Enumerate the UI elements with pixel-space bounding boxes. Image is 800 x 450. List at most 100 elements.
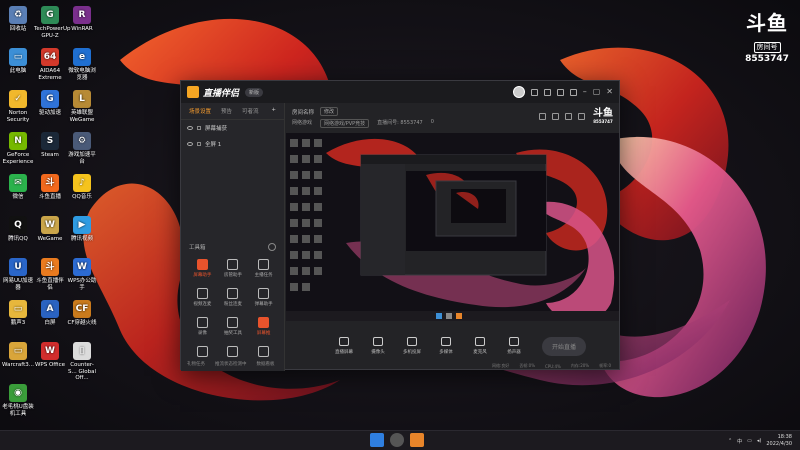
maximize-icon[interactable]: ▢ (593, 88, 601, 96)
microphone-button[interactable]: 麦克风 (468, 337, 492, 355)
desktop-icon[interactable]: G TechPowerUp GPU-Z (34, 6, 70, 39)
status-item: 网络:良好 (491, 363, 510, 368)
desktop-app-icon: 斗 (41, 258, 59, 276)
desktop-icon[interactable]: Q 腾讯QQ (2, 216, 34, 243)
chart-icon[interactable] (565, 113, 572, 120)
desktop-icon[interactable]: ✓ Norton Security (2, 90, 34, 123)
feedback-icon[interactable] (543, 88, 551, 96)
desktop-icon[interactable]: 64 AIDA64 Extreme (34, 48, 66, 81)
toolbox-item[interactable] (218, 346, 249, 359)
link-icon[interactable] (578, 113, 585, 120)
skin-icon[interactable] (569, 88, 577, 96)
desktop-icon[interactable]: R WinRAR (66, 6, 98, 33)
notice-icon[interactable] (539, 113, 546, 120)
desktop-icon[interactable]: ▭ Warcraft3... (2, 342, 34, 369)
desktop-icon[interactable]: W WeGame (34, 216, 66, 243)
add-scene-button[interactable]: + (271, 107, 276, 115)
toolbox-item[interactable]: 主播任务 (248, 259, 279, 278)
system-tray: ⌃ 中 ▭ ◂) 18:38 2022/4/30 (728, 434, 792, 448)
close-icon[interactable]: ✕ (606, 88, 613, 96)
desktop-icon[interactable]: e 微软电脑浏览器 (66, 48, 98, 81)
toolbox-item[interactable]: 抽奖工具 (218, 317, 249, 336)
desktop-app-icon: ♻ (9, 6, 27, 24)
bag-icon[interactable] (552, 113, 559, 120)
desktop-icon[interactable]: A 白屏 (34, 300, 66, 327)
desktop-icon[interactable]: W WPS Office (34, 342, 66, 369)
tab-scene-settings[interactable]: 场景设置 (189, 107, 211, 115)
version-badge[interactable]: 新版 (245, 87, 264, 97)
toolbox-item[interactable]: 录像 (187, 317, 218, 336)
edit-title-button[interactable]: 修改 (320, 107, 339, 116)
desktop-icon[interactable]: ♪ QQ音乐 (66, 174, 98, 201)
desktop-icon[interactable]: N GeForce Experience (2, 132, 34, 165)
desktop-icon[interactable]: ▭ 鹏声3 (2, 300, 34, 327)
category-selector[interactable]: 网络游戏/PVP竞技 (320, 119, 370, 128)
desktop-icon[interactable]: ▶ 腾讯视频 (66, 216, 98, 243)
desktop-icon[interactable]: W WPS办公助手 (66, 258, 98, 291)
toolbox-item[interactable]: 屏幕推 (248, 317, 279, 336)
control-icon (373, 337, 383, 346)
desktop-icon[interactable]: CF CF穿越火线 (66, 300, 98, 327)
app-titlebar[interactable]: 直播伴侣 新版 – ▢ ✕ (181, 81, 619, 103)
desktop-icon[interactable]: ▯ Counter-S... Global Off... (66, 342, 98, 382)
tray-chevron-icon[interactable]: ⌃ (728, 438, 732, 444)
category-label: 网络游戏 (292, 120, 313, 126)
more-tools-icon[interactable] (268, 243, 276, 251)
lock-icon[interactable] (197, 126, 201, 130)
message-icon[interactable] (530, 88, 538, 96)
gift-task-link[interactable]: 礼物任务 (187, 361, 205, 367)
windows-start-icon[interactable] (370, 433, 384, 447)
minimize-icon[interactable]: – (583, 88, 587, 96)
desktop-icon[interactable]: 斗斗鱼直播 (34, 174, 66, 201)
search-icon[interactable] (390, 433, 404, 447)
toolbox-item[interactable]: 粉丝连麦 (218, 288, 249, 307)
room-label: 房间号 (753, 42, 781, 53)
desktop-icon[interactable]: ◉ 老毛桃U盘装机工具 (2, 384, 34, 417)
tool-label: 屏幕推 (256, 331, 271, 336)
toolbox-item[interactable]: 屏幕助手 (187, 259, 218, 278)
control-label: 麦克风 (473, 350, 487, 355)
settings-icon[interactable] (556, 88, 564, 96)
toolbox-item[interactable] (187, 346, 218, 359)
desktop-icon[interactable]: 斗斗鱼直播伴侣 (34, 258, 66, 291)
desktop-icon[interactable]: G 驱动加速 (34, 90, 66, 117)
desktop-icon[interactable]: L 英雄联盟WeGame (66, 90, 98, 123)
system-clock[interactable]: 18:38 2022/4/30 (766, 434, 792, 448)
douyu-companion-taskbar-icon[interactable] (410, 433, 424, 447)
desktop-icon[interactable]: ♻ 回收站 (2, 6, 34, 33)
speaker-button[interactable]: 扬声器 (502, 337, 526, 355)
user-avatar[interactable] (512, 86, 525, 98)
desktop-app-icon: G (41, 6, 59, 24)
start-stream-button[interactable]: 开始直播 (542, 336, 587, 356)
toolbox-item[interactable] (248, 346, 279, 359)
toolbox-item[interactable]: 弹幕助手 (248, 288, 279, 307)
camera-button[interactable]: 摄像头 (366, 337, 390, 355)
stream-preview[interactable] (286, 133, 619, 321)
visibility-icon[interactable] (187, 126, 193, 130)
desktop-app-icon: 64 (41, 48, 59, 66)
desktop-icon[interactable]: ⚙ 游戏加速平台 (66, 132, 98, 165)
tab-stream-flow[interactable]: 可者流 (242, 107, 259, 115)
media-button[interactable]: 多媒体 (434, 337, 458, 355)
visibility-icon[interactable] (187, 142, 193, 146)
toolbox-item[interactable]: 房管助手 (218, 259, 249, 278)
scene-item[interactable]: 全屏 1 (181, 136, 284, 152)
desktop-icon-label: 英雄联盟WeGame (69, 110, 95, 123)
screen-capture-button[interactable]: 直播屏幕 (332, 337, 356, 355)
tab-preview[interactable]: 预告 (221, 107, 232, 115)
desktop-icon[interactable]: U 网易UU加速器 (2, 258, 34, 291)
scene-item[interactable]: 屏幕捕获 (181, 120, 284, 136)
data-board-link[interactable]: 数据看板 (257, 361, 275, 367)
input-method-indicator[interactable]: 中 (737, 438, 742, 445)
desktop-icon[interactable]: ▭ 此电脑 (2, 48, 34, 75)
lock-icon[interactable] (197, 142, 201, 146)
toolbox-item[interactable]: 视频连麦 (187, 288, 218, 307)
multi-cast-button[interactable]: 多机投屏 (400, 337, 424, 355)
volume-icon[interactable]: ◂) (757, 438, 761, 444)
desktop-icon[interactable]: ✉ 微信 (2, 174, 34, 201)
desktop-icon[interactable]: S Steam (34, 132, 66, 159)
network-icon[interactable]: ▭ (747, 438, 752, 444)
fan-count: 0 (430, 119, 434, 125)
douyu-logo: 斗鱼 (746, 11, 788, 35)
desktop-icon-label: 斗鱼直播 (38, 194, 61, 200)
